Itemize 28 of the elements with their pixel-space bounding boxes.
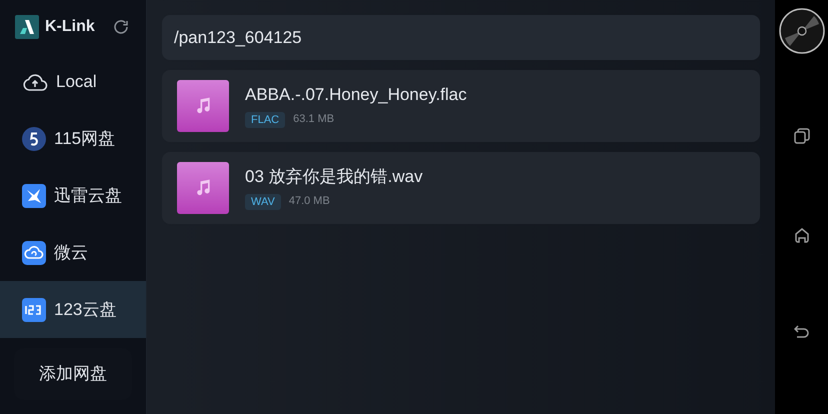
app-title: K-Link: [45, 16, 95, 36]
app-logo-icon: [15, 14, 39, 38]
refresh-icon[interactable]: [112, 18, 130, 36]
format-tag: WAV: [245, 194, 281, 210]
sidebar-item[interactable]: 123云盘: [0, 281, 146, 338]
music-file-icon: [177, 80, 229, 132]
music-file-icon: [177, 162, 229, 214]
sidebar-item[interactable]: 115网盘: [0, 110, 146, 167]
file-size: 47.0 MB: [288, 194, 330, 210]
file-size: 63.1 MB: [293, 112, 334, 128]
file-row[interactable]: ABBA.-.07.Honey_Honey.flac FLAC 63.1 MB: [162, 70, 760, 142]
digit-logo-icon: [22, 126, 46, 150]
cloud-logo-icon: [22, 240, 46, 264]
disc-icon[interactable]: [778, 8, 824, 54]
digits-logo-icon: [22, 298, 46, 322]
path-bar: /pan123_604125: [162, 15, 760, 60]
file-name: ABBA.-.07.Honey_Honey.flac: [245, 84, 467, 106]
home-icon[interactable]: [794, 227, 810, 243]
recent-apps-icon[interactable]: [794, 128, 810, 144]
format-tag: FLAC: [245, 112, 286, 128]
bird-logo-icon: [22, 184, 46, 208]
back-icon[interactable]: [794, 324, 810, 340]
file-name: 03 放弃你是我的错.wav: [245, 166, 423, 188]
sidebar-item[interactable]: 微云: [0, 224, 146, 281]
file-row[interactable]: 03 放弃你是我的错.wav WAV 47.0 MB: [162, 152, 760, 224]
sidebar-item[interactable]: 迅雷云盘: [0, 167, 146, 224]
sidebar-item[interactable]: Local: [0, 53, 146, 110]
cloud-upload-icon: [22, 72, 48, 92]
